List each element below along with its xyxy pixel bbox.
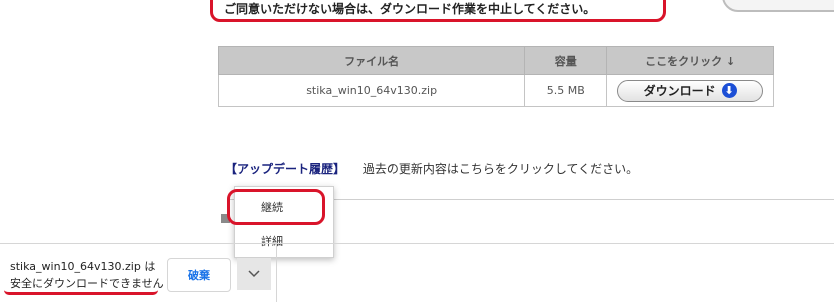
menu-item-continue[interactable]: 継続 [235, 194, 333, 222]
header-click: ここをクリック ↓ [606, 46, 774, 75]
download-shelf-border [0, 243, 834, 244]
update-history-link[interactable]: 【アップデート履歴】 [225, 162, 345, 176]
download-menu-button[interactable] [237, 258, 271, 290]
table-row: stika_win10_64v130.zip 5.5 MB ダウンロード ⬇ [217, 74, 774, 107]
arrow-down-circle-icon: ⬇ [721, 83, 737, 98]
update-history-text: 過去の更新内容はこちらをクリックしてください。 [362, 162, 639, 176]
download-warning: stika_win10_64v130.zip は 安全にダウンロードできません [10, 258, 164, 292]
context-menu: 継続 詳細 [234, 186, 334, 258]
warning-underline-highlight [4, 290, 158, 295]
menu-item-continue-label: 継続 [261, 201, 283, 214]
download-shelf-separator [276, 244, 277, 302]
download-table: ファイル名 容量 ここをクリック ↓ stika_win10_64v130.zi… [217, 46, 774, 107]
chevron-down-icon [248, 270, 260, 278]
notice-text: ご同意いただけない場合は、ダウンロード作業を中止してください。 [224, 2, 596, 16]
cell-size: 5.5 MB [524, 74, 608, 107]
download-button[interactable]: ダウンロード ⬇ [617, 79, 764, 102]
cell-download: ダウンロード ⬇ [606, 74, 774, 107]
menu-item-details[interactable]: 詳細 [235, 228, 333, 256]
update-history: 【アップデート履歴】 過去の更新内容はこちらをクリックしてください。 [225, 160, 638, 177]
header-filename: ファイル名 [217, 46, 526, 75]
menu-item-details-label: 詳細 [261, 235, 283, 248]
download-button-label: ダウンロード [643, 84, 716, 98]
discard-button[interactable]: 破棄 [167, 258, 231, 292]
collapse-icon [221, 214, 230, 223]
download-warning-line1: stika_win10_64v130.zip は [10, 260, 156, 273]
corner-decoration [722, 0, 834, 12]
cell-filename: stika_win10_64v130.zip [217, 74, 526, 107]
header-size: 容量 [524, 46, 608, 75]
table-header-row: ファイル名 容量 ここをクリック ↓ [217, 46, 774, 75]
